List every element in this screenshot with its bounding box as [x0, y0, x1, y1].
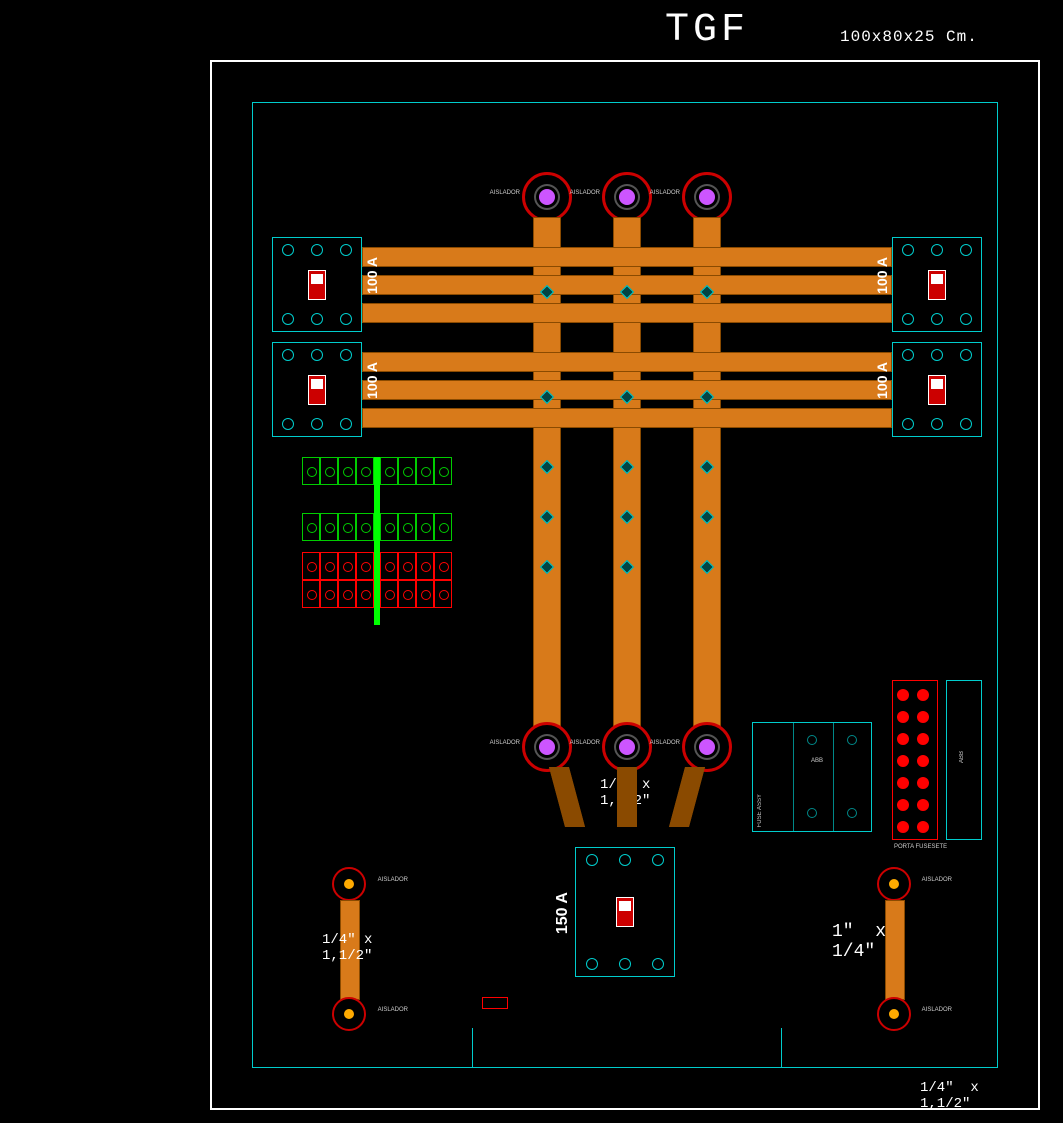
breaker-main: [575, 847, 675, 977]
bushing-mid-3: [682, 722, 732, 772]
bushing-label: AISLADOR: [640, 190, 680, 196]
bushing-top-1: [522, 172, 572, 222]
ground-insulator-right-bottom: [877, 997, 911, 1031]
fuse-brand-label: ABB: [811, 758, 823, 764]
drawing-title: TGF: [665, 8, 749, 53]
bushing-label: AISLADOR: [640, 740, 680, 746]
bushing-label: AISLADOR: [368, 877, 408, 883]
bushing-label: AISLADOR: [480, 740, 520, 746]
din-note: PORTA FUSESETE: [894, 844, 947, 850]
din-panel: [892, 680, 938, 840]
panel-dimensions: 100x80x25 Cm.: [840, 28, 978, 46]
breaker-main-rating: 150 A: [554, 892, 572, 934]
din-brand-label: ABB: [959, 751, 965, 763]
busbar-row-1: [362, 247, 892, 267]
busbar-row-3: [362, 303, 892, 323]
busbar-row-6: [362, 408, 892, 428]
din-rail: ABB: [946, 680, 982, 840]
breaker-rating: 100 A: [364, 362, 380, 399]
bushing-label: AISLADOR: [912, 1007, 952, 1013]
ground-dim-right: 1" x 1/4": [832, 922, 886, 962]
ground-bar-right: [885, 900, 905, 1000]
ground-dim-left: 1/4" x 1,1/2": [322, 932, 372, 964]
bushing-label: AISLADOR: [480, 190, 520, 196]
bushing-label: AISLADOR: [912, 877, 952, 883]
panel-cutout: [472, 1028, 782, 1068]
breaker-rating: 100 A: [874, 362, 890, 399]
breaker-top-right-1: [892, 237, 982, 332]
ground-insulator-left-bottom: [332, 997, 366, 1031]
busbar-drop-2: [617, 767, 637, 827]
fuse-label: FUSE ASSY: [757, 794, 763, 827]
fuse-block: FUSE ASSY ABB: [752, 722, 872, 832]
ground-insulator-right-top: [877, 867, 911, 901]
breaker-top-left-1: [272, 237, 362, 332]
bushing-mid-1: [522, 722, 572, 772]
terminal-block-red: [302, 552, 452, 608]
busbar-dimension-bottom: 1/4" x 1,1/2": [920, 1080, 979, 1112]
bushing-top-2: [602, 172, 652, 222]
bushing-top-3: [682, 172, 732, 222]
breaker-rating: 100 A: [874, 257, 890, 294]
bushing-label: AISLADOR: [368, 1007, 408, 1013]
bushing-label: AISLADOR: [560, 740, 600, 746]
busbar-row-4: [362, 352, 892, 372]
breaker-top-right-2: [892, 342, 982, 437]
small-marker: [482, 997, 508, 1009]
breaker-rating: 100 A: [364, 257, 380, 294]
bushing-mid-2: [602, 722, 652, 772]
bushing-label: AISLADOR: [560, 190, 600, 196]
panel-outline-outer: AISLADOR AISLADOR AISLADOR 100 A 100 A: [210, 60, 1040, 1110]
breaker-top-left-2: [272, 342, 362, 437]
ground-insulator-left-top: [332, 867, 366, 901]
